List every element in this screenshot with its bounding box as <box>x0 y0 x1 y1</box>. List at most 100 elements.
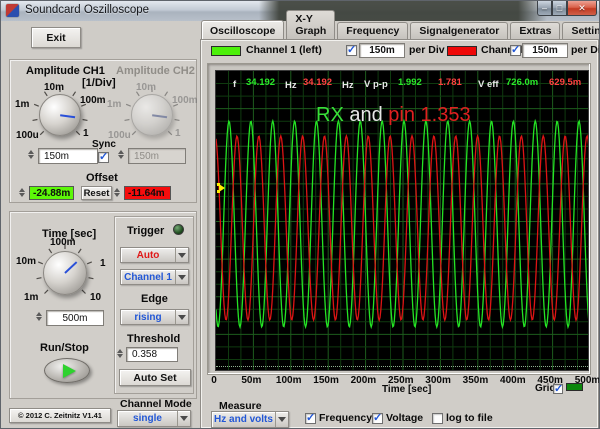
threshold-label: Threshold <box>127 333 181 345</box>
exit-button[interactable]: Exit <box>31 27 81 48</box>
trigger-source-value: Channel 1 <box>124 271 172 283</box>
x-axis-label: Time [sec] <box>382 384 432 395</box>
amplitude-ch1-title: Amplitude CH1 <box>26 65 105 77</box>
channel2-enable-checkbox[interactable] <box>510 43 521 56</box>
amplitude-ch1-field[interactable]: 150m <box>38 148 98 164</box>
tab-frequency[interactable]: Frequency <box>337 22 409 40</box>
frequency-label: Frequency <box>319 412 373 424</box>
x-tick-label: 350m <box>462 375 489 386</box>
knob-scale-label: 1 <box>100 258 106 269</box>
channel1-color-swatch <box>211 46 241 56</box>
knob-scale-label: 1m <box>15 99 30 110</box>
amplitude-ch2-title: Amplitude CH2 <box>116 65 195 77</box>
offset-ch2-value[interactable]: -11.64m <box>124 186 171 200</box>
amplitude-ch1-spinner-arrows[interactable] <box>28 150 36 159</box>
x-tick-label: 100m <box>275 375 302 386</box>
offset-ch1-spinner-arrows[interactable] <box>19 188 27 197</box>
trigger-edge-dropdown[interactable]: rising <box>120 309 189 325</box>
overlay-and-text: and <box>343 104 389 126</box>
scope-overlay-text: RX and pin 1.353 <box>316 104 471 127</box>
x-tick-label: 50m <box>241 375 262 386</box>
minimize-button[interactable]: – <box>537 1 552 16</box>
grid-checkbox[interactable] <box>553 382 563 395</box>
ch2-veff-value: 629.5m <box>549 77 582 88</box>
channel2-per-div-label: per Div <box>571 44 599 56</box>
offset-ch2-spinner-arrows[interactable] <box>114 188 122 197</box>
play-icon <box>62 363 76 378</box>
copyright-bar: © 2012 C. Zeitnitz V1.41 <box>9 408 111 423</box>
time-knob-group: 1m 10m 100m 1 10 <box>12 237 118 308</box>
time-group: Time [sec] 1m 10m 100m 1 10 500m Run/Sto… <box>9 211 197 399</box>
run-stop-button[interactable] <box>44 358 90 383</box>
voltage-checkbox[interactable] <box>372 411 383 424</box>
x-tick-label: 150m <box>313 375 339 386</box>
time-field[interactable]: 500m <box>46 310 104 326</box>
chevron-down-icon <box>175 248 188 262</box>
scope-plot: f 34.192 Hz 34.192 Hz V p-p 1.992 1.781 … <box>215 70 589 371</box>
amplitude-ch2-knob-group: 100u 1m 10m 100m 1 <box>106 82 198 148</box>
x-tick-label: 0 <box>211 375 217 386</box>
channel-mode-label: Channel Mode <box>120 398 192 410</box>
tab-settings[interactable]: Settings <box>562 22 599 40</box>
amplitude-ch2-spinner-arrows[interactable] <box>118 150 126 159</box>
ch1-vpp-value: 1.992 <box>398 77 422 88</box>
measure-mode-dropdown[interactable]: Hz and volts <box>211 411 289 428</box>
sync-label: Sync <box>92 139 116 150</box>
frequency-checkbox[interactable] <box>305 411 316 424</box>
amplitude-ch1-knob[interactable] <box>39 94 81 136</box>
channel2-per-div-field[interactable]: 150m <box>522 43 568 58</box>
tab-extras[interactable]: Extras <box>510 22 561 40</box>
knob-scale-label: 1 <box>175 128 181 139</box>
auto-set-button[interactable]: Auto Set <box>119 369 191 386</box>
app-window: Soundcard Oszilloscope – □ ✕ Exit Amplit… <box>0 0 600 429</box>
trigger-edge-value: rising <box>134 311 162 323</box>
knob-needle <box>59 113 76 119</box>
knob-scale-label: 1m <box>24 292 39 303</box>
vpp-label: V p-p <box>364 79 388 90</box>
close-icon: ✕ <box>578 2 586 13</box>
tab-x-y-graph[interactable]: X-Y Graph <box>286 10 336 40</box>
sync-checkbox[interactable] <box>98 150 109 163</box>
chevron-down-icon <box>177 411 190 426</box>
tab-oscilloscope[interactable]: Oscilloscope <box>201 20 285 40</box>
time-knob[interactable] <box>43 251 87 295</box>
tab-bar: Oscilloscope X-Y Graph Frequency Signalgene… <box>201 10 599 40</box>
knob-scale-label: 100m <box>50 237 76 248</box>
minimize-icon: – <box>541 2 547 13</box>
x-tick-label: 400m <box>500 375 526 386</box>
knob-scale-label: 1m <box>107 99 122 110</box>
knob-scale-label: 10m <box>136 82 157 93</box>
maximize-button[interactable]: □ <box>552 1 567 16</box>
freq-label: f <box>233 79 237 90</box>
offset-reset-button[interactable]: Reset <box>81 186 112 200</box>
channel-mode-dropdown[interactable]: single <box>117 410 191 427</box>
window-title: Soundcard Oszilloscope <box>25 4 150 16</box>
channel1-per-div-field[interactable]: 150m <box>359 43 405 58</box>
chevron-down-icon <box>175 310 188 324</box>
ch1-frequency-value: 34.192 <box>246 77 276 88</box>
offset-ch1-value[interactable]: -24.88m <box>29 186 74 200</box>
channel2-color-swatch <box>447 46 477 56</box>
amplitude-ch2-field[interactable]: 150m <box>128 148 186 164</box>
offset-label: Offset <box>86 172 118 184</box>
threshold-field[interactable]: 0.358 <box>126 347 178 362</box>
log-to-file-checkbox[interactable] <box>432 413 443 424</box>
time-spinner-arrows[interactable] <box>36 312 44 321</box>
trigger-mode-dropdown[interactable]: Auto <box>120 247 189 263</box>
app-icon <box>6 4 19 17</box>
hz-label: Hz <box>342 80 354 91</box>
close-button[interactable]: ✕ <box>567 1 597 16</box>
tab-signalgenerator[interactable]: Signalgenerator <box>410 22 509 40</box>
trigger-source-dropdown[interactable]: Channel 1 <box>120 269 189 285</box>
maximize-icon: □ <box>556 2 563 13</box>
amplitude-ch2-knob[interactable] <box>131 94 173 136</box>
trigger-level-marker[interactable] <box>217 183 225 193</box>
threshold-spinner-arrows[interactable] <box>117 349 125 358</box>
voltage-label: Voltage <box>386 412 424 424</box>
knob-scale-label: 10m <box>44 82 65 93</box>
log-to-file-label: log to file <box>446 412 493 424</box>
knob-needle <box>64 261 78 274</box>
channel1-enable-checkbox[interactable] <box>346 43 357 56</box>
veff-label: V eff <box>478 79 499 90</box>
chevron-down-icon <box>275 412 288 427</box>
